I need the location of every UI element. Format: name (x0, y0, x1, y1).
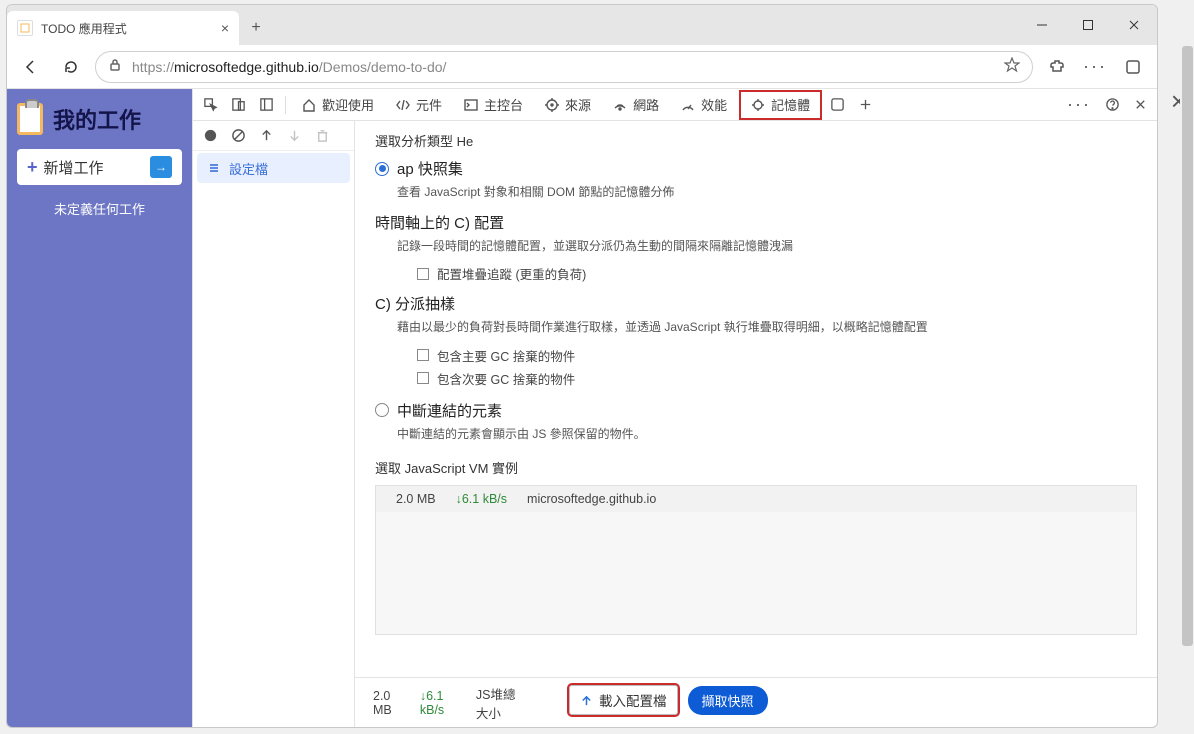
browser-tab[interactable]: TODO 應用程式 × (7, 11, 239, 45)
footer-heap-label: JS堆總大小 (476, 684, 526, 722)
checkbox-major-gc[interactable]: 包含主要 GC 捨棄的物件 (417, 346, 1137, 365)
devtools-menu-icon[interactable]: ··· (1061, 94, 1097, 115)
select-type-label: 選取分析類型 He (375, 131, 1137, 150)
checkbox-minor-gc[interactable]: 包含次要 GC 捨棄的物件 (417, 369, 1137, 388)
window-close-button[interactable] (1111, 5, 1157, 45)
add-tab-icon[interactable] (852, 92, 878, 118)
vm-table: 2.0 MB ↓6.1 kB/s microsoftedge.github.io (375, 485, 1137, 635)
clear-icon[interactable] (229, 127, 247, 145)
minimize-button[interactable] (1019, 5, 1065, 45)
option-detached[interactable]: 中斷連結的元素 中斷連結的元素會顯示由 JS 參照保留的物件。 (375, 400, 1137, 444)
profile-toolbar (193, 121, 354, 151)
extensions-icon[interactable] (1041, 51, 1073, 83)
favicon-icon (17, 20, 33, 36)
new-tab-button[interactable]: + (239, 11, 273, 45)
tab-elements[interactable]: 元件 (386, 89, 452, 121)
vm-row[interactable]: 2.0 MB ↓6.1 kB/s microsoftedge.github.io (376, 486, 1136, 512)
add-task-input[interactable]: + 新增工作 → (17, 149, 182, 185)
url-box[interactable]: https://microsoftedge.github.io/Demos/de… (95, 51, 1033, 83)
radio-icon[interactable] (375, 403, 389, 417)
content-area: 我的工作 + 新增工作 → 未定義任何工作 歡迎使用 元件 主控台 來源 網路 … (7, 89, 1157, 727)
up-icon[interactable] (257, 127, 275, 145)
option-heap-snapshot[interactable]: ap 快照集 查看 JavaScript 對象和相關 DOM 節點的記憶體分佈 (375, 158, 1137, 202)
back-button[interactable] (15, 51, 47, 83)
add-task-label: 新增工作 (44, 157, 104, 178)
inspect-icon[interactable] (197, 92, 223, 118)
tab-network[interactable]: 網路 (603, 89, 669, 121)
help-icon[interactable] (1099, 92, 1125, 118)
radio-icon[interactable] (375, 162, 389, 176)
plus-icon: + (27, 157, 38, 178)
footer-rate: ↓6.1 kB/s (420, 689, 460, 717)
app-title: 我的工作 (17, 103, 182, 135)
down-icon[interactable] (285, 127, 303, 145)
address-bar: https://microsoftedge.github.io/Demos/de… (7, 45, 1157, 89)
maximize-button[interactable] (1065, 5, 1111, 45)
browser-menu-icon[interactable]: ··· (1077, 56, 1113, 77)
option-timeline-label: 時間軸上的 C) 配置 (375, 212, 1137, 233)
load-profile-button[interactable]: 載入配置檔 (569, 685, 678, 715)
favorite-icon[interactable] (1004, 57, 1020, 76)
titlebar: TODO 應用程式 × + (7, 5, 1157, 45)
memory-panel: 設定檔 選取分析類型 He ap 快照集 查看 JavaScript 對象和相關… (193, 121, 1157, 727)
clipboard-icon (17, 103, 43, 135)
vm-title: 選取 JavaScript VM 實例 (375, 458, 1137, 477)
checkbox-icon[interactable] (417, 268, 429, 280)
memory-options: 選取分析類型 He ap 快照集 查看 JavaScript 對象和相關 DOM… (355, 121, 1157, 677)
lock-icon (108, 58, 122, 75)
footer-size: 2.0 MB (373, 689, 404, 717)
tab-sources[interactable]: 來源 (535, 89, 601, 121)
devtools-close-icon[interactable] (1127, 92, 1153, 118)
tab-title: TODO 應用程式 (41, 20, 127, 37)
device-icon[interactable] (225, 92, 251, 118)
devtools-tabstrip: 歡迎使用 元件 主控台 來源 網路 效能 記憶體 ··· (193, 89, 1157, 121)
add-task-go-button[interactable]: → (150, 156, 172, 178)
tab-memory[interactable]: 記憶體 (739, 90, 822, 120)
empty-tasks-text: 未定義任何工作 (17, 199, 182, 218)
checkbox-stack-trace[interactable]: 配置堆疊追蹤 (更重的負荷) (417, 264, 1137, 283)
profile-item[interactable]: 設定檔 (197, 153, 350, 183)
url-text: https://microsoftedge.github.io/Demos/de… (132, 59, 446, 75)
todo-app-sidebar: 我的工作 + 新增工作 → 未定義任何工作 (7, 89, 192, 727)
tab-console[interactable]: 主控台 (454, 89, 533, 121)
tab-close-icon[interactable]: × (221, 20, 229, 36)
refresh-button[interactable] (55, 51, 87, 83)
tab-welcome[interactable]: 歡迎使用 (292, 89, 384, 121)
memory-right-column: 選取分析類型 He ap 快照集 查看 JavaScript 對象和相關 DOM… (355, 121, 1157, 727)
app-tab-icon[interactable] (824, 92, 850, 118)
outer-scrollbar[interactable] (1180, 0, 1194, 734)
scrollbar-thumb[interactable] (1182, 46, 1193, 646)
checkbox-icon[interactable] (417, 349, 429, 361)
checkbox-icon[interactable] (417, 372, 429, 384)
browser-window: TODO 應用程式 × + https://microsoftedge.gith… (6, 4, 1158, 728)
record-icon[interactable] (201, 127, 219, 145)
take-snapshot-button[interactable]: 擷取快照 (688, 686, 768, 715)
trash-icon[interactable] (313, 127, 331, 145)
devtools-panel: 歡迎使用 元件 主控台 來源 網路 效能 記憶體 ··· (192, 89, 1157, 727)
option-sampling-label: C) 分派抽樣 (375, 293, 1137, 314)
tab-performance[interactable]: 效能 (671, 89, 737, 121)
dock-icon[interactable] (253, 92, 279, 118)
profile-icon[interactable] (1117, 51, 1149, 83)
profiles-sidebar: 設定檔 (193, 121, 355, 727)
